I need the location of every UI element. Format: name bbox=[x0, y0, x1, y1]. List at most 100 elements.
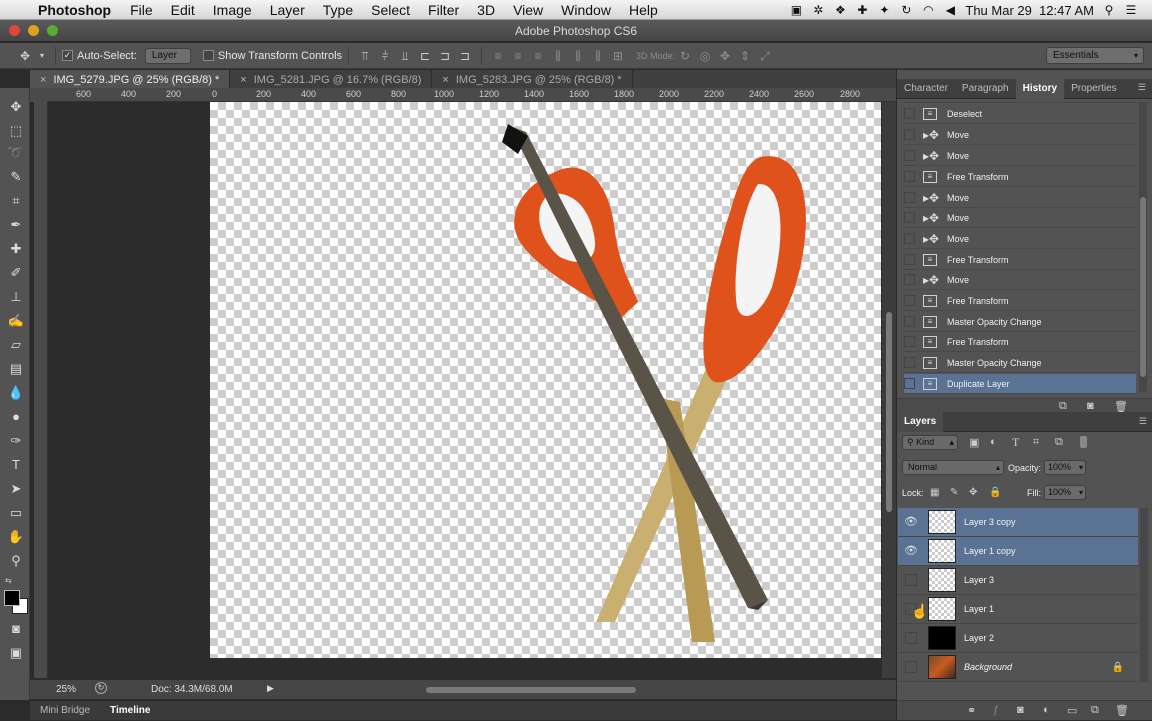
close-icon[interactable]: × bbox=[40, 74, 46, 86]
filter-shape-icon[interactable]: ⌗ bbox=[1033, 436, 1039, 449]
tab-properties[interactable]: Properties bbox=[1064, 79, 1124, 99]
lock-all-icon[interactable]: 🔒 bbox=[989, 487, 1001, 498]
marquee-tool-icon[interactable]: ⬚ bbox=[7, 122, 25, 140]
layer-row[interactable]: Background 🔒 bbox=[898, 653, 1138, 682]
lock-transparent-icon[interactable]: ▦ bbox=[930, 487, 939, 498]
clone-stamp-tool-icon[interactable]: ⊥ bbox=[7, 288, 25, 306]
camera-icon[interactable]: ▣ bbox=[789, 3, 803, 17]
layer-name[interactable]: Layer 2 bbox=[964, 633, 994, 643]
status-menu-arrow-icon[interactable]: ▶ bbox=[267, 683, 274, 694]
screen-mode-icon[interactable]: ▣ bbox=[7, 644, 25, 662]
history-item[interactable]: ▸✥ Move bbox=[904, 229, 1136, 249]
menu-window[interactable]: Window bbox=[552, 2, 620, 18]
sync-icon[interactable]: ❖ bbox=[833, 3, 847, 17]
doc-tab-1[interactable]: × IMG_5279.JPG @ 25% (RGB/8) * bbox=[30, 70, 231, 89]
healing-brush-tool-icon[interactable]: ✚ bbox=[7, 240, 25, 258]
eye-icon[interactable]: 👁 bbox=[904, 516, 918, 528]
history-item[interactable]: ▸✥ Move bbox=[904, 270, 1136, 290]
doc-tab-2[interactable]: × IMG_5281.JPG @ 16.7% (RGB/8) bbox=[230, 70, 433, 89]
menu-edit[interactable]: Edit bbox=[162, 2, 204, 18]
path-selection-tool-icon[interactable]: ➤ bbox=[7, 480, 25, 498]
align-left-icon[interactable]: ⊏ bbox=[418, 49, 432, 63]
auto-select-checkbox[interactable]: ✓ Auto-Select: bbox=[62, 47, 137, 65]
close-icon[interactable]: × bbox=[240, 74, 246, 86]
eye-icon[interactable]: 👁 bbox=[904, 545, 918, 557]
filter-smart-object-icon[interactable]: ⧉ bbox=[1055, 436, 1063, 449]
status-options-icon[interactable]: ↻ bbox=[95, 682, 107, 694]
history-item[interactable]: ≡ Free Transform bbox=[904, 250, 1136, 270]
timemachine-icon[interactable]: ↻ bbox=[899, 3, 913, 17]
tab-character[interactable]: Character bbox=[897, 79, 955, 99]
fx-icon[interactable]: ƒ bbox=[993, 704, 999, 716]
menu-image[interactable]: Image bbox=[204, 2, 261, 18]
auto-select-dropdown[interactable]: Layer bbox=[144, 47, 191, 64]
shape-tool-icon[interactable]: ▭ bbox=[7, 504, 25, 522]
crop-tool-icon[interactable]: ⌗ bbox=[7, 192, 25, 210]
workspace-switcher[interactable]: Essentials ▾ bbox=[1046, 47, 1144, 64]
new-group-icon[interactable]: ▭ bbox=[1067, 704, 1077, 717]
history-item[interactable]: ≡ Free Transform bbox=[904, 291, 1136, 311]
tab-paragraph[interactable]: Paragraph bbox=[955, 79, 1016, 99]
layer-name[interactable]: Background bbox=[964, 662, 1012, 672]
link-layers-icon[interactable]: ⚭ bbox=[967, 704, 976, 717]
vertical-scrollbar[interactable] bbox=[882, 102, 896, 678]
filter-type-icon[interactable]: T bbox=[1012, 435, 1019, 450]
history-item[interactable]: ▸✥ Move bbox=[904, 125, 1136, 145]
hand-tool-icon[interactable]: ✋ bbox=[7, 528, 25, 546]
filter-kind-dropdown[interactable]: ⚲ Kind ▴ bbox=[902, 435, 958, 450]
history-item[interactable]: ≡ Deselect bbox=[904, 104, 1136, 124]
menu-select[interactable]: Select bbox=[362, 2, 419, 18]
pen-tool-icon[interactable]: ✑ bbox=[7, 432, 25, 450]
history-item-selected[interactable]: ≡ Duplicate Layer bbox=[904, 374, 1136, 394]
layer-name[interactable]: Layer 1 bbox=[964, 604, 994, 614]
gear-icon[interactable]: ✦ bbox=[877, 3, 891, 17]
layer-row[interactable]: Layer 3 bbox=[898, 566, 1138, 595]
doc-tab-3[interactable]: × IMG_5283.JPG @ 25% (RGB/8) * bbox=[432, 70, 633, 89]
zoom-level[interactable]: 25% bbox=[56, 684, 76, 695]
search-icon[interactable]: ⚲ bbox=[1102, 3, 1116, 17]
brush-tool-icon[interactable]: ✐ bbox=[7, 264, 25, 282]
filter-toggle-icon[interactable] bbox=[1080, 436, 1087, 448]
history-brush-tool-icon[interactable]: ✍ bbox=[7, 312, 25, 330]
history-item[interactable]: ▸✥ Move bbox=[904, 146, 1136, 166]
history-item[interactable]: ≡ Free Transform bbox=[904, 167, 1136, 187]
horizontal-ruler[interactable]: 600 400 200 0 200 400 600 800 1000 1200 … bbox=[48, 88, 896, 102]
tab-mini-bridge[interactable]: Mini Bridge bbox=[30, 701, 100, 721]
show-transform-checkbox[interactable]: Show Transform Controls bbox=[202, 47, 342, 65]
history-item[interactable]: ≡ Master Opacity Change bbox=[904, 312, 1136, 332]
layer-row[interactable]: Layer 1 bbox=[898, 595, 1138, 624]
menu-view[interactable]: View bbox=[504, 2, 552, 18]
tab-layers[interactable]: Layers bbox=[897, 411, 944, 432]
menu-type[interactable]: Type bbox=[314, 2, 362, 18]
move-tool-icon[interactable]: ✥ bbox=[18, 49, 32, 63]
dodge-tool-icon[interactable]: ● bbox=[7, 408, 25, 426]
align-bottom-icon[interactable]: ⫫ bbox=[398, 49, 412, 63]
close-icon[interactable]: × bbox=[442, 74, 448, 86]
type-tool-icon[interactable]: T bbox=[7, 456, 25, 474]
history-item[interactable]: ▸✥ Move bbox=[904, 188, 1136, 208]
move-tool-icon[interactable]: ✥ bbox=[7, 98, 25, 116]
app-menu[interactable]: Photoshop bbox=[36, 2, 121, 18]
plus-icon[interactable]: ✚ bbox=[855, 3, 869, 17]
eyedropper-tool-icon[interactable]: ✒ bbox=[7, 216, 25, 234]
scrollbar-thumb[interactable] bbox=[886, 312, 892, 512]
blur-tool-icon[interactable]: 💧 bbox=[7, 384, 25, 402]
brightness-icon[interactable]: ✲ bbox=[811, 3, 825, 17]
filter-adjustment-icon[interactable]: ◐ bbox=[990, 436, 997, 448]
quick-mask-icon[interactable]: ◙ bbox=[7, 620, 25, 638]
menu-file[interactable]: File bbox=[121, 2, 162, 18]
new-layer-icon[interactable]: ⧉ bbox=[1091, 704, 1099, 717]
tab-timeline[interactable]: Timeline bbox=[100, 701, 160, 721]
visibility-toggle[interactable] bbox=[905, 632, 917, 644]
layers-scrollbar[interactable] bbox=[1140, 508, 1148, 682]
list-icon[interactable]: ☰ bbox=[1124, 3, 1138, 17]
swap-colors-icon[interactable]: ⇆ bbox=[5, 576, 12, 585]
tool-preset-arrow-icon[interactable]: ▾ bbox=[38, 49, 46, 63]
fill-field[interactable]: 100% ▾ bbox=[1044, 485, 1086, 500]
align-right-icon[interactable]: ⊐ bbox=[458, 49, 472, 63]
align-hcenter-icon[interactable]: ⊐ bbox=[438, 49, 452, 63]
layer-name[interactable]: Layer 3 bbox=[964, 575, 994, 585]
foreground-color-swatch[interactable] bbox=[4, 590, 20, 606]
panel-menu-icon[interactable]: ☰ bbox=[1139, 416, 1147, 427]
canvas-area[interactable] bbox=[48, 102, 882, 678]
